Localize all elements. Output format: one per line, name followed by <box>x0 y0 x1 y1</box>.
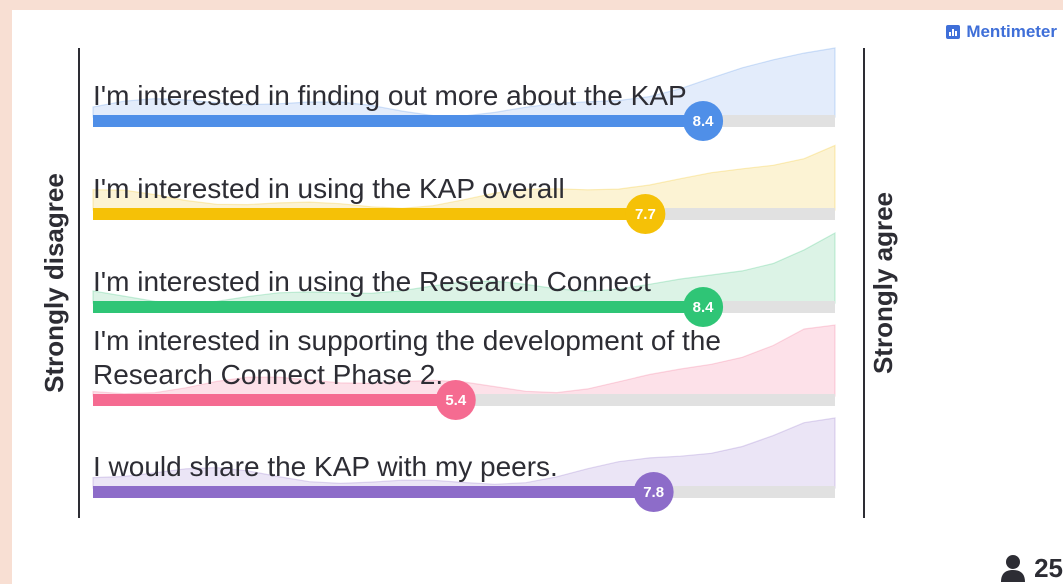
participant-count-value: 25 <box>1034 552 1063 583</box>
value-bar <box>93 301 704 313</box>
right-axis-label: Strongly agree <box>868 192 898 374</box>
value-bar <box>93 115 704 127</box>
statement-line: I'm interested in using the Research Con… <box>93 266 651 297</box>
value-label: 7.7 <box>635 206 656 223</box>
value-bar <box>93 208 646 220</box>
value-label: 8.4 <box>693 299 715 316</box>
statement-line: I'm interested in finding out more about… <box>93 80 687 111</box>
statement-line: I would share the KAP with my peers. <box>93 451 558 482</box>
statement-label: I'm interested in using the Research Con… <box>93 266 651 297</box>
statement-label: I'm interested in finding out more about… <box>93 80 687 111</box>
value-label: 5.4 <box>445 392 467 409</box>
statement-label: I'm interested in using the KAP overall <box>93 173 565 204</box>
scale-chart: Strongly disagree Strongly agree I'm int… <box>39 47 898 518</box>
statement-line: I'm interested in supporting the develop… <box>93 325 721 356</box>
left-axis-label: Strongly disagree <box>39 173 69 393</box>
statement-line: I'm interested in using the KAP overall <box>93 173 565 204</box>
value-label: 8.4 <box>693 113 715 130</box>
value-bar <box>93 486 654 498</box>
participant-count: 25 <box>1000 552 1063 584</box>
statement-label: I would share the KAP with my peers. <box>93 451 558 482</box>
value-label: 7.8 <box>643 484 664 501</box>
statement-line: Research Connect Phase 2. <box>93 359 443 390</box>
chart-rows: I'm interested in finding out more about… <box>92 47 836 512</box>
person-icon <box>1001 555 1026 582</box>
value-bar <box>93 394 456 406</box>
